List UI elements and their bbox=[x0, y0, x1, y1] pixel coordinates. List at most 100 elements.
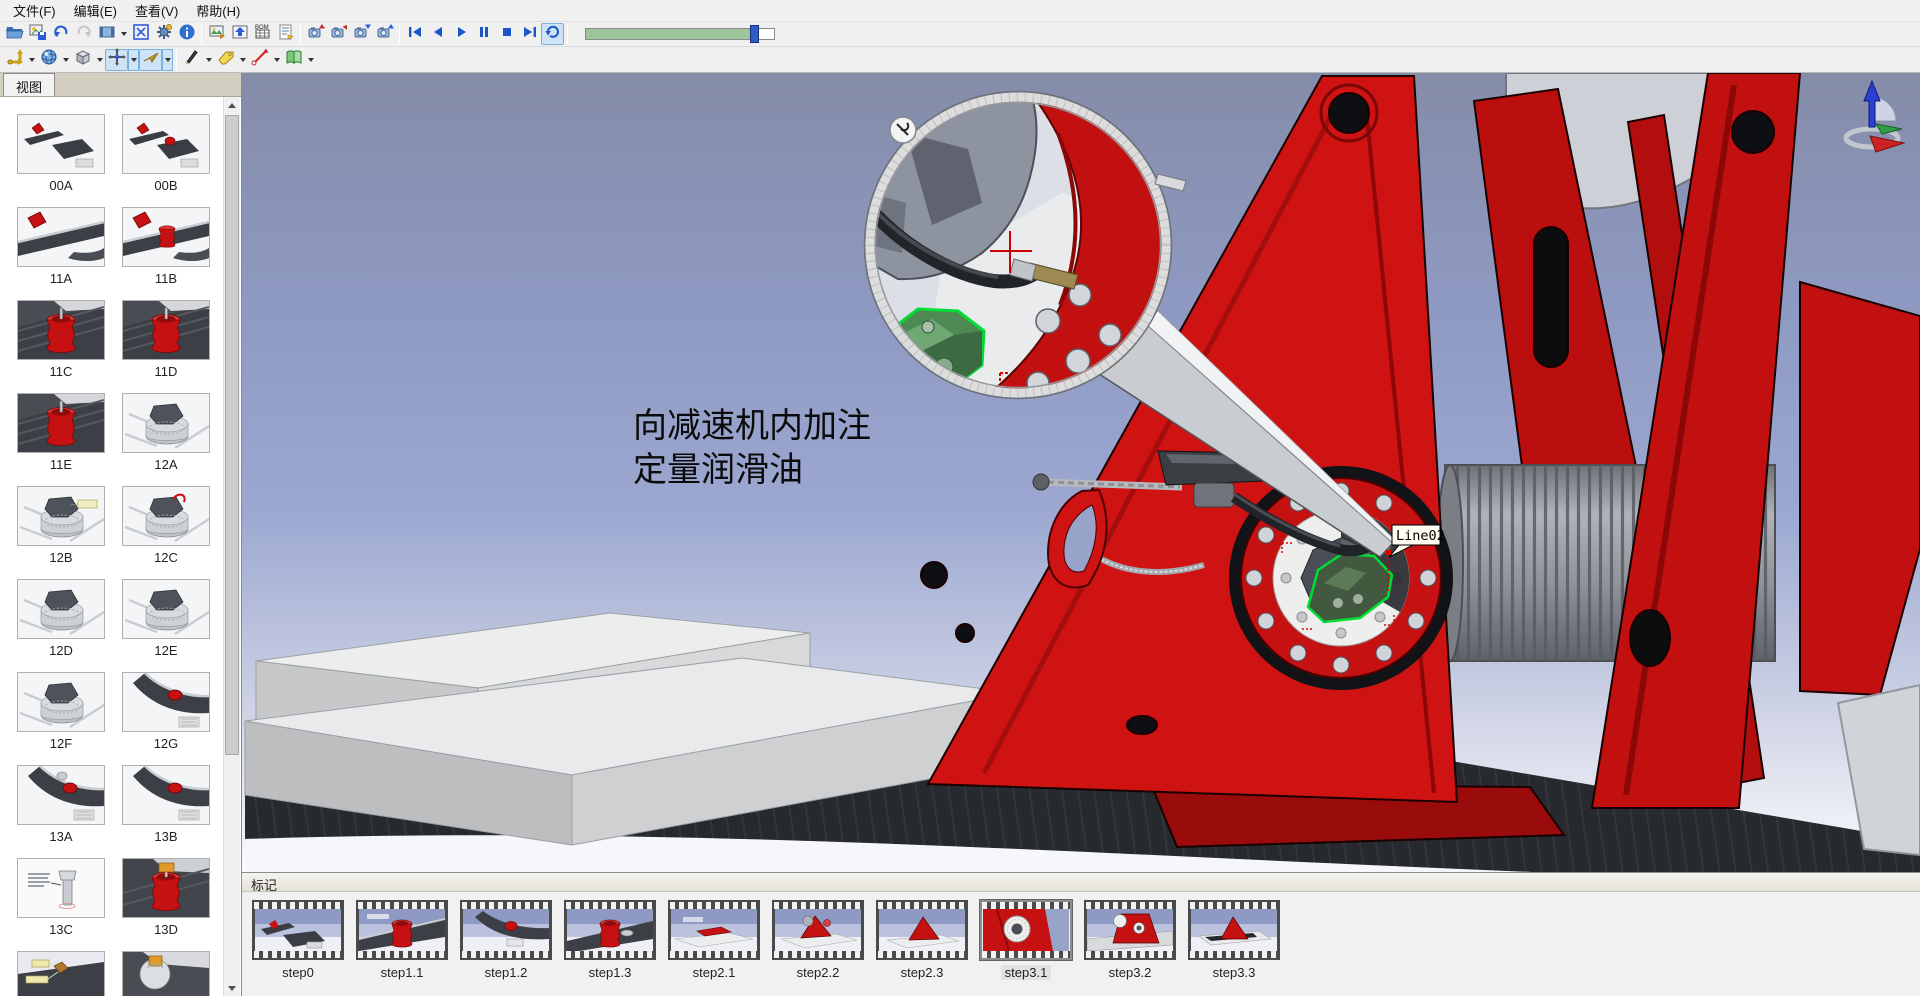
view-thumbnail-11E[interactable]: 11E bbox=[17, 393, 105, 472]
film-sprockets-top bbox=[1190, 902, 1278, 909]
scrollbar-thumb[interactable] bbox=[225, 115, 239, 755]
panel-tool-dropdown[interactable] bbox=[305, 49, 316, 71]
step-thumbnail-step3.3[interactable]: step3.3 bbox=[1188, 900, 1280, 980]
step-back-button[interactable] bbox=[426, 23, 449, 45]
measure-tool-dropdown[interactable] bbox=[271, 49, 282, 71]
camera-key-1-button[interactable] bbox=[304, 23, 327, 45]
view-thumbnail-11D[interactable]: 11D bbox=[122, 300, 210, 379]
orbit-tool-dropdown[interactable] bbox=[60, 49, 71, 71]
view-thumbnail-image bbox=[122, 393, 210, 453]
view-mode-dropdown[interactable] bbox=[118, 23, 129, 45]
undo-button[interactable] bbox=[49, 23, 72, 45]
step-thumbnail-step3.2[interactable]: step3.2 bbox=[1084, 900, 1176, 980]
panel-tool-button[interactable] bbox=[282, 49, 305, 71]
chevron-down-icon bbox=[308, 58, 314, 62]
view-thumbnail-12A[interactable]: 12A bbox=[122, 393, 210, 472]
pause-button[interactable] bbox=[472, 23, 495, 45]
view-thumbnail-12G[interactable]: 12G bbox=[122, 672, 210, 751]
view-thumbnail-partial-18[interactable] bbox=[17, 951, 105, 996]
bom-table-button[interactable]: BOM bbox=[251, 23, 274, 45]
display-mode-dropdown[interactable] bbox=[94, 49, 105, 71]
go-start-button[interactable] bbox=[403, 23, 426, 45]
step-thumbnail-step1.1[interactable]: step1.1 bbox=[356, 900, 448, 980]
publish-button[interactable] bbox=[228, 23, 251, 45]
view-thumbnail-label: 00B bbox=[122, 178, 210, 193]
step-thumbnail-step2.3[interactable]: step2.3 bbox=[876, 900, 968, 980]
step-thumbnail-step2.2[interactable]: step2.2 bbox=[772, 900, 864, 980]
menu-item-0[interactable]: 文件(F) bbox=[4, 0, 65, 22]
film-frame bbox=[772, 900, 864, 960]
view-thumbnail-00A[interactable]: 00A bbox=[17, 114, 105, 193]
animation-timeline-slider[interactable] bbox=[585, 28, 775, 40]
view-thumbnail-00B[interactable]: 00B bbox=[122, 114, 210, 193]
view-thumbnail-11A[interactable]: 11A bbox=[17, 207, 105, 286]
view-thumbnail-11B[interactable]: 11B bbox=[122, 207, 210, 286]
properties-button[interactable] bbox=[175, 23, 198, 45]
step-thumbnail-step3.1[interactable]: step3.1 bbox=[980, 900, 1072, 980]
view-mode-button[interactable] bbox=[95, 23, 118, 45]
toolbar-separator bbox=[567, 24, 568, 44]
save-image-icon bbox=[29, 23, 47, 46]
view-thumbnail-12E[interactable]: 12E bbox=[122, 579, 210, 658]
go-end-button[interactable] bbox=[518, 23, 541, 45]
timeline-thumb[interactable] bbox=[750, 25, 759, 43]
view-thumbnail-12C[interactable]: 12C bbox=[122, 486, 210, 565]
view-thumbnail-13C[interactable]: 13C bbox=[17, 858, 105, 937]
panel-tool-icon bbox=[285, 48, 303, 71]
move-tool-button[interactable] bbox=[105, 49, 128, 71]
fit-view-button[interactable] bbox=[129, 23, 152, 45]
view-thumbnail-12F[interactable]: 12F bbox=[17, 672, 105, 751]
view-thumbnail-image bbox=[17, 672, 105, 732]
view-thumbnail-13A[interactable]: 13A bbox=[17, 765, 105, 844]
view-thumbnail-image bbox=[17, 207, 105, 267]
view-thumbnail-partial-19[interactable] bbox=[122, 951, 210, 996]
view-thumbnail-12D[interactable]: 12D bbox=[17, 579, 105, 658]
storyboard-button[interactable] bbox=[274, 23, 297, 45]
translate-tool-button[interactable] bbox=[3, 49, 26, 71]
menu-item-1[interactable]: 编辑(E) bbox=[65, 0, 126, 22]
move-tool-dropdown[interactable] bbox=[128, 49, 139, 71]
scroll-down-button[interactable] bbox=[224, 980, 240, 996]
open-file-button[interactable] bbox=[3, 23, 26, 45]
label-tool-button[interactable] bbox=[214, 49, 237, 71]
camera-key-4-button[interactable] bbox=[373, 23, 396, 45]
draw-tool-button[interactable] bbox=[180, 49, 203, 71]
save-image-button[interactable] bbox=[26, 23, 49, 45]
stop-button[interactable] bbox=[495, 23, 518, 45]
step-thumbnail-step2.1[interactable]: step2.1 bbox=[668, 900, 760, 980]
view-thumbnail-12B[interactable]: 12B bbox=[17, 486, 105, 565]
scroll-up-button[interactable] bbox=[224, 97, 240, 113]
stop-icon bbox=[498, 23, 516, 46]
chevron-down-icon bbox=[29, 58, 35, 62]
view-thumbnail-11C[interactable]: 11C bbox=[17, 300, 105, 379]
film-sprockets-bottom bbox=[254, 951, 342, 958]
go-start-icon bbox=[406, 23, 424, 46]
translate-tool-dropdown[interactable] bbox=[26, 49, 37, 71]
fly-tool-dropdown[interactable] bbox=[162, 49, 173, 71]
label-tool-dropdown[interactable] bbox=[237, 49, 248, 71]
display-mode-button[interactable] bbox=[71, 49, 94, 71]
step-thumbnail-step1.2[interactable]: step1.2 bbox=[460, 900, 552, 980]
loop-button[interactable] bbox=[541, 23, 564, 45]
view-thumbnail-13B[interactable]: 13B bbox=[122, 765, 210, 844]
camera-key-2-button[interactable] bbox=[327, 23, 350, 45]
tab-views[interactable]: 视图 bbox=[3, 73, 55, 96]
fly-tool-button[interactable] bbox=[139, 49, 162, 71]
render-settings-button[interactable] bbox=[152, 23, 175, 45]
menu-item-2[interactable]: 查看(V) bbox=[126, 0, 187, 22]
camera-key-3-button[interactable] bbox=[350, 23, 373, 45]
film-frame bbox=[980, 900, 1072, 960]
step-thumbnail-step1.3[interactable]: step1.3 bbox=[564, 900, 656, 980]
sidebar-scrollbar[interactable] bbox=[223, 97, 240, 996]
redo-button[interactable] bbox=[72, 23, 95, 45]
view-thumbnail-13D[interactable]: 13D bbox=[122, 858, 210, 937]
draw-tool-dropdown[interactable] bbox=[203, 49, 214, 71]
capture-image-button[interactable] bbox=[205, 23, 228, 45]
step-thumbnail-step0[interactable]: step0 bbox=[252, 900, 344, 980]
viewport-3d[interactable]: 向减速机内加注 定量润滑油 Line02 bbox=[242, 73, 1920, 872]
undo-icon bbox=[52, 23, 70, 46]
orbit-tool-button[interactable] bbox=[37, 49, 60, 71]
play-button[interactable] bbox=[449, 23, 472, 45]
measure-tool-button[interactable] bbox=[248, 49, 271, 71]
menu-item-3[interactable]: 帮助(H) bbox=[187, 0, 249, 22]
